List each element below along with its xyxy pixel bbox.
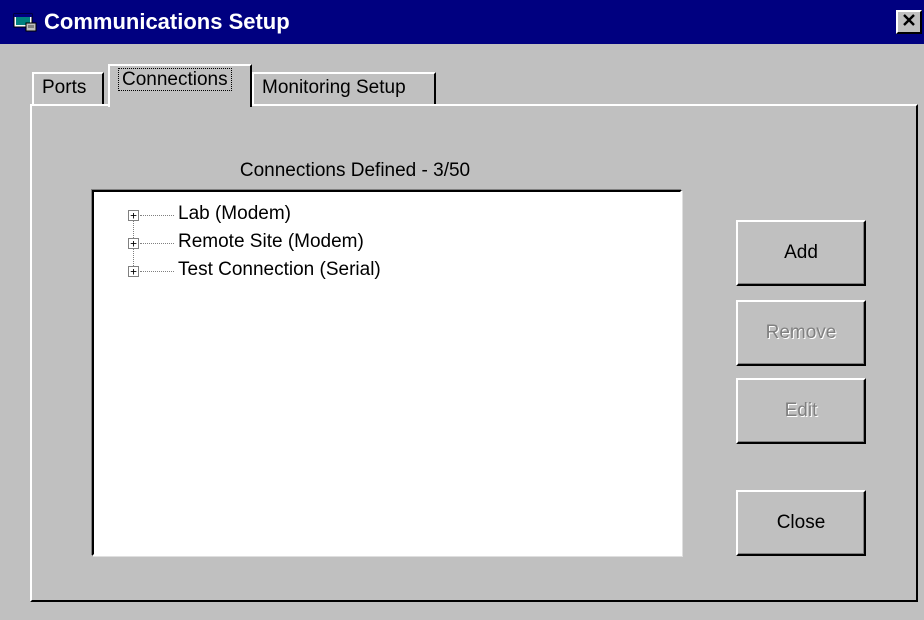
tree-item-label[interactable]: Lab (Modem) bbox=[178, 202, 291, 226]
app-window-icon bbox=[12, 11, 38, 33]
window-title: Communications Setup bbox=[44, 9, 290, 34]
tree-connector bbox=[140, 271, 174, 272]
title-bar[interactable]: Communications Setup bbox=[0, 0, 924, 44]
edit-button[interactable]: Edit bbox=[736, 378, 866, 444]
tree-item-test-connection[interactable]: + Test Connection (Serial) bbox=[94, 256, 654, 284]
tab-connections[interactable]: Connections bbox=[108, 64, 252, 107]
tab-monitoring-setup-label: Monitoring Setup bbox=[262, 77, 406, 98]
close-icon bbox=[902, 13, 916, 31]
tree-item-remote-site[interactable]: + Remote Site (Modem) bbox=[94, 228, 654, 256]
tab-ports-label: Ports bbox=[42, 77, 87, 98]
connections-tree[interactable]: + Lab (Modem) + Remote Site (Modem) + Te… bbox=[92, 190, 682, 556]
close-window-button[interactable] bbox=[896, 10, 922, 34]
connections-caption: Connections Defined - 3/50 bbox=[239, 160, 471, 181]
tab-connections-label: Connections bbox=[118, 68, 232, 91]
tab-ports[interactable]: Ports bbox=[32, 72, 104, 104]
tree-item-label[interactable]: Remote Site (Modem) bbox=[178, 230, 364, 254]
close-button[interactable]: Close bbox=[736, 490, 866, 556]
remove-button[interactable]: Remove bbox=[736, 300, 866, 366]
tree-item-lab[interactable]: + Lab (Modem) bbox=[94, 200, 654, 228]
tab-monitoring-setup[interactable]: Monitoring Setup bbox=[252, 72, 436, 104]
tree-connector bbox=[140, 215, 174, 216]
expand-icon[interactable]: + bbox=[128, 238, 139, 249]
tree-connector bbox=[140, 243, 174, 244]
communications-setup-window: Communications Setup Ports Connections M… bbox=[0, 0, 924, 620]
expand-icon[interactable]: + bbox=[128, 210, 139, 221]
tree-item-label[interactable]: Test Connection (Serial) bbox=[178, 258, 381, 282]
add-button[interactable]: Add bbox=[736, 220, 866, 286]
expand-icon[interactable]: + bbox=[128, 266, 139, 277]
